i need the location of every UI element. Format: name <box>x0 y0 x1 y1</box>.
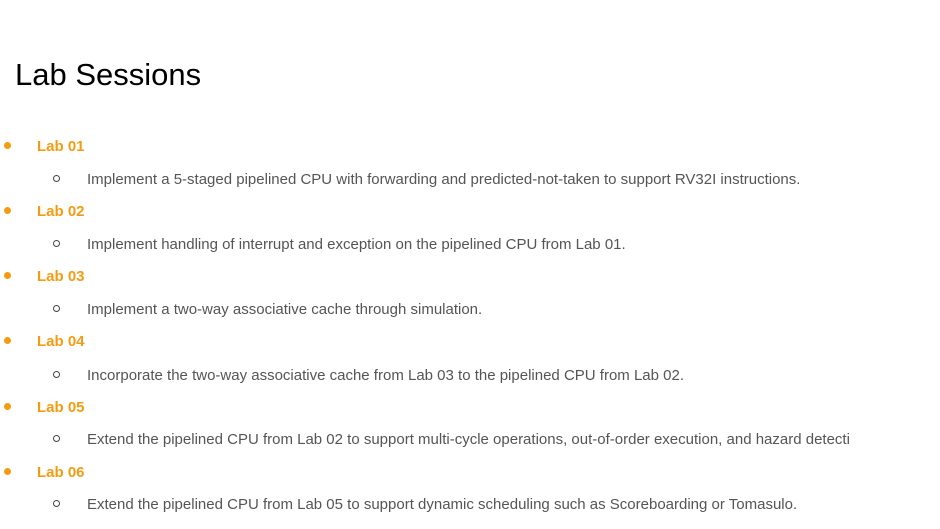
bullet-circle-icon <box>53 240 60 247</box>
lab-title: Lab 06 <box>37 464 85 481</box>
lab-description-item: Extend the pipelined CPU from Lab 02 to … <box>0 430 940 450</box>
lab-description-item: Incorporate the two-way associative cach… <box>0 366 940 386</box>
page-title: Lab Sessions <box>15 57 202 92</box>
lab-description: Implement a two-way associative cache th… <box>87 301 483 318</box>
bullet-circle-icon <box>53 435 60 442</box>
bullet-dot-icon <box>4 207 11 214</box>
bullet-dot-icon <box>4 272 11 279</box>
bullet-circle-icon <box>53 371 60 378</box>
lab-title: Lab 05 <box>37 399 85 416</box>
lab-description-item: Implement a two-way associative cache th… <box>0 300 940 320</box>
lab-title: Lab 02 <box>37 203 85 220</box>
lab-description-item: Implement a 5-staged pipelined CPU with … <box>0 170 940 190</box>
lab-title: Lab 01 <box>37 138 85 155</box>
lab-description-item: Implement handling of interrupt and exce… <box>0 235 940 255</box>
bullet-circle-icon <box>53 305 60 312</box>
bullet-circle-icon <box>53 175 60 182</box>
lab-description: Implement a 5-staged pipelined CPU with … <box>87 171 801 188</box>
lab-description-item: Extend the pipelined CPU from Lab 05 to … <box>0 495 940 515</box>
lab-sessions-page: Lab Sessions Lab 01 Implement a 5-staged… <box>0 0 940 529</box>
bullet-circle-icon <box>53 500 60 507</box>
bullet-dot-icon <box>4 403 11 410</box>
bullet-dot-icon <box>4 468 11 475</box>
lab-title: Lab 03 <box>37 268 85 285</box>
lab-title: Lab 04 <box>37 333 85 350</box>
lab-description: Implement handling of interrupt and exce… <box>87 236 626 253</box>
lab-description: Extend the pipelined CPU from Lab 05 to … <box>87 496 798 513</box>
lab-description: Incorporate the two-way associative cach… <box>87 367 684 384</box>
bullet-dot-icon <box>4 142 11 149</box>
lab-description: Extend the pipelined CPU from Lab 02 to … <box>87 431 850 448</box>
bullet-dot-icon <box>4 337 11 344</box>
